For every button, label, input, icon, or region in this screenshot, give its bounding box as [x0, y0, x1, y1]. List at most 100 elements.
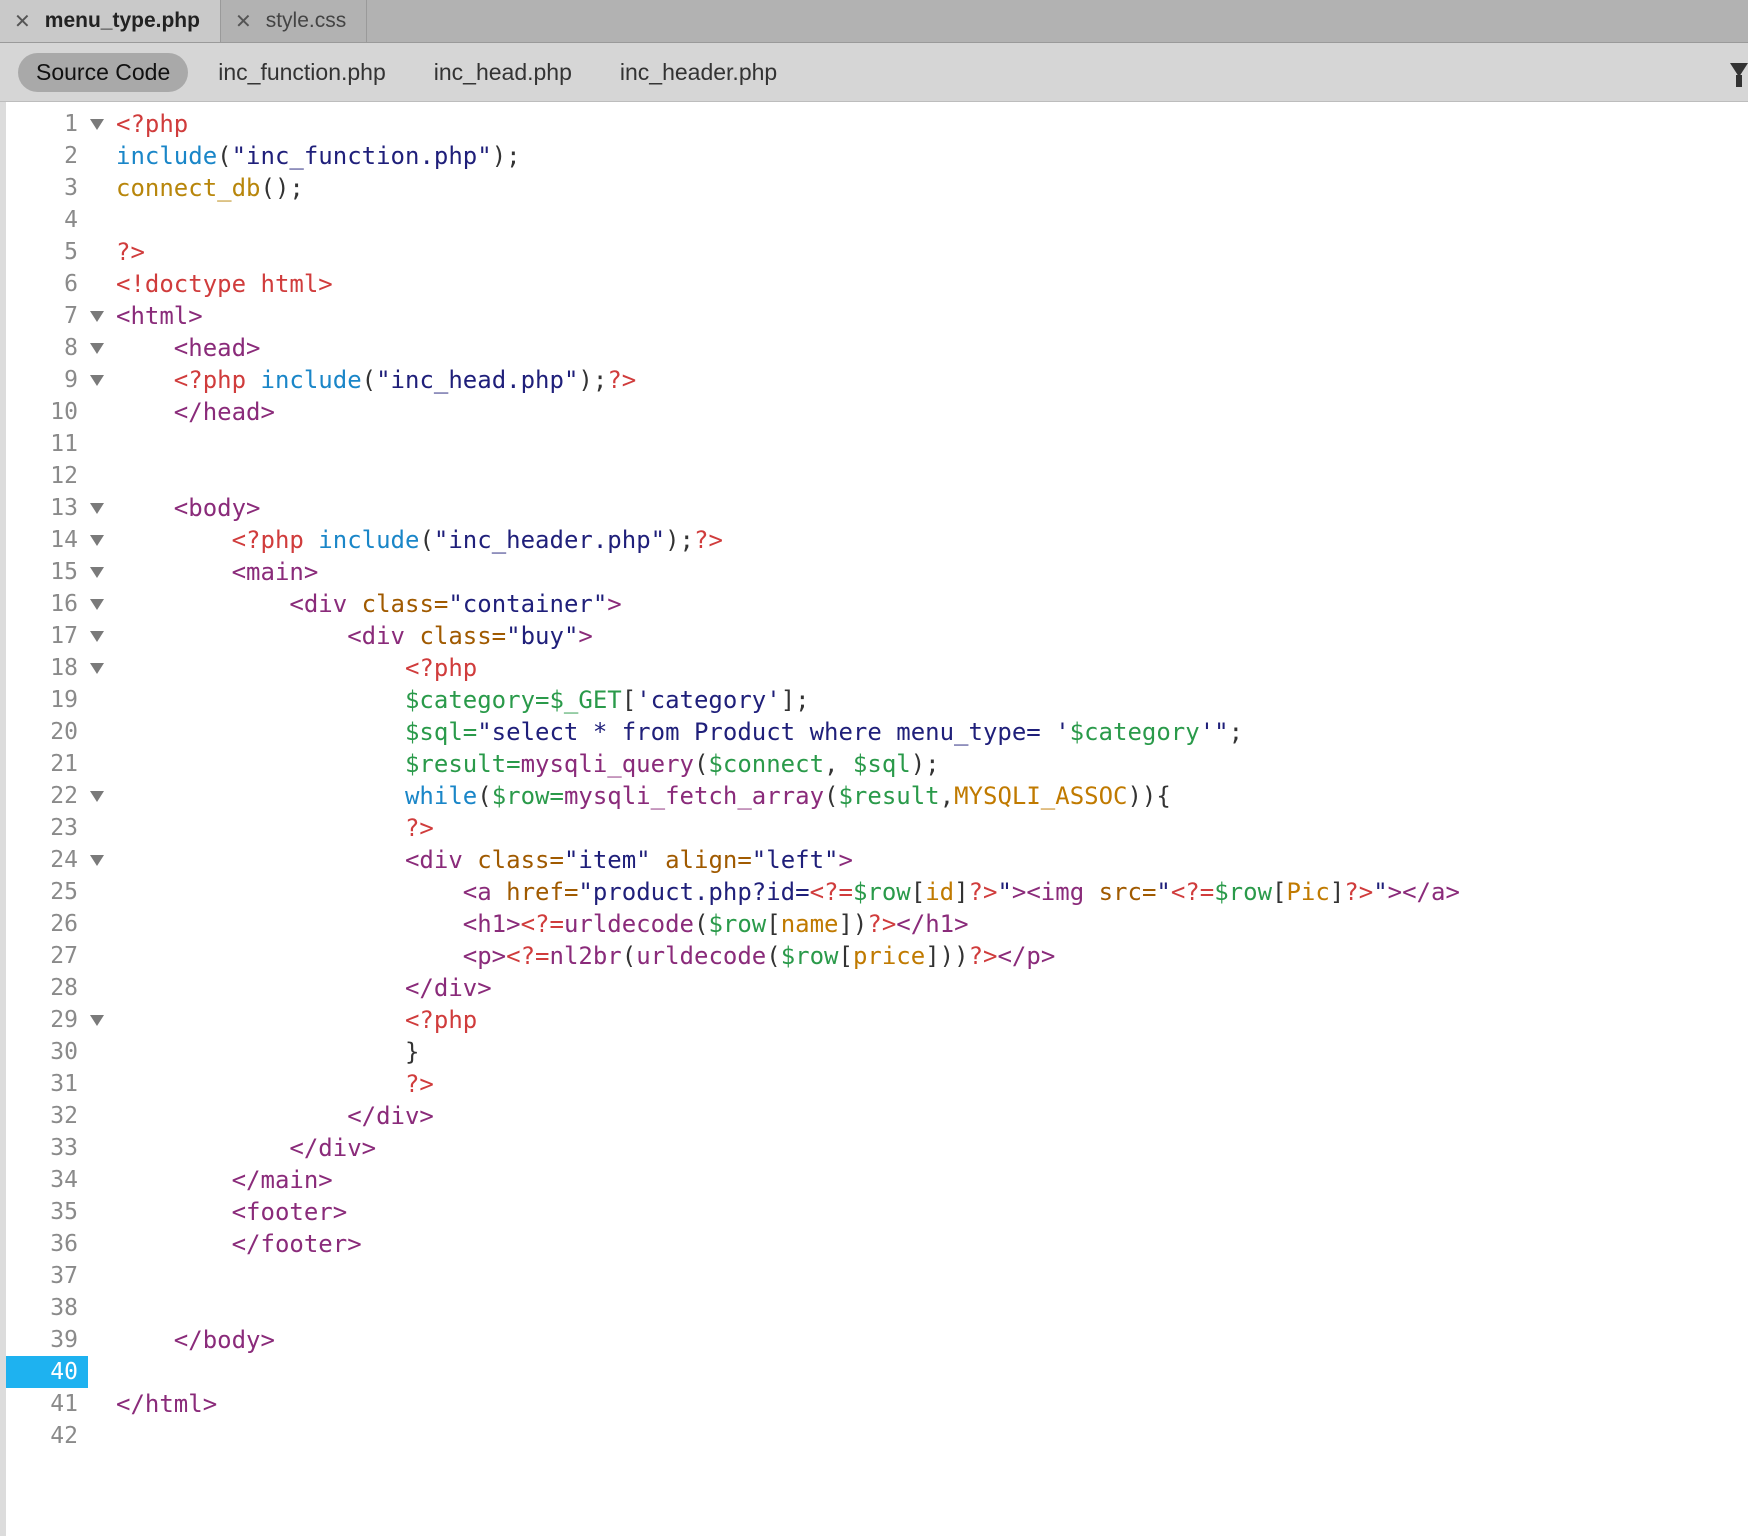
code-token: "container"	[448, 590, 608, 618]
fold-arrow-icon[interactable]	[90, 791, 104, 802]
code-token: (	[766, 942, 781, 970]
line-number: 5	[64, 239, 78, 265]
line-number: 24	[50, 847, 78, 873]
code-token: $result=	[404, 750, 521, 778]
fold-arrow-icon[interactable]	[90, 119, 104, 130]
code-token: name	[780, 910, 839, 938]
close-icon[interactable]: ✕	[14, 9, 31, 34]
code-token: ?>	[404, 1070, 434, 1098]
code-token: ]	[954, 878, 969, 906]
fold-arrow-icon[interactable]	[90, 855, 104, 866]
code-token: );	[491, 142, 521, 170]
fold-arrow-icon[interactable]	[90, 375, 104, 386]
fold-arrow-icon[interactable]	[90, 663, 104, 674]
code-token: [	[1272, 878, 1287, 906]
line-code: <h1><?=urldecode($row[name])?></h1>	[116, 908, 969, 940]
line-code: ?>	[116, 1068, 434, 1100]
line-number: 1	[64, 111, 78, 137]
code-token: $sql=	[404, 718, 478, 746]
line-number: 14	[50, 527, 78, 553]
line-number: 3	[64, 175, 78, 201]
line-number: 42	[50, 1423, 78, 1449]
code-token: (	[693, 910, 709, 938]
line-number: 37	[50, 1263, 78, 1289]
related-source-code[interactable]: Source Code	[18, 52, 189, 92]
line-code: ?>	[116, 236, 145, 268]
line-code: </head>	[116, 396, 275, 428]
code-token: while	[404, 782, 478, 810]
code-token: ))	[1127, 782, 1157, 810]
fold-arrow-icon[interactable]	[90, 535, 104, 546]
code-token: (	[621, 942, 637, 970]
related-inc-head[interactable]: inc_head.php	[416, 53, 590, 92]
line-number: 19	[50, 687, 78, 713]
close-icon[interactable]: ✕	[235, 9, 252, 34]
code-token: "	[997, 878, 1012, 906]
line-code: ?>	[116, 812, 434, 844]
code-token: $row	[1214, 878, 1273, 906]
code-token: ?>	[607, 366, 637, 394]
code-token: </p>	[997, 942, 1056, 970]
code-token: <?=	[520, 910, 564, 938]
filter-icon[interactable]	[1730, 63, 1748, 87]
code-editor[interactable]: 1 <?php 2 include("inc_function.php"); 3 conn…	[0, 102, 1748, 1536]
code-token: );	[578, 366, 608, 394]
fold-arrow-icon[interactable]	[90, 599, 104, 610]
tab-menu-type-php[interactable]: ✕ menu_type.php	[0, 0, 221, 42]
code-token: "item"	[563, 846, 666, 874]
code-token: ]	[1329, 878, 1345, 906]
code-token: href=	[506, 878, 579, 906]
code-token: (	[693, 750, 709, 778]
line-number: 10	[50, 399, 78, 425]
line-code: <div class="item" align="left">	[116, 844, 853, 876]
code-token: <h1>	[462, 910, 521, 938]
line-number: 23	[50, 815, 78, 841]
code-token: <?php	[404, 1006, 478, 1034]
code-token: (	[419, 526, 434, 554]
fold-arrow-icon[interactable]	[90, 311, 104, 322]
code-token: connect_db	[116, 174, 261, 202]
line-code: <?php	[116, 1004, 477, 1036]
line-number: 2	[64, 143, 78, 169]
fold-arrow-icon[interactable]	[90, 1015, 104, 1026]
related-inc-function[interactable]: inc_function.php	[200, 53, 404, 92]
code-token: $row	[708, 910, 767, 938]
related-inc-header[interactable]: inc_header.php	[602, 53, 795, 92]
line-number: 39	[50, 1327, 78, 1353]
code-token: >	[607, 590, 622, 618]
code-token: "inc_head.php"	[376, 366, 579, 394]
fold-arrow-icon[interactable]	[90, 631, 104, 642]
line-number: 40	[6, 1356, 88, 1388]
fold-arrow-icon[interactable]	[90, 503, 104, 514]
line-number: 7	[64, 303, 78, 329]
line-number: 22	[50, 783, 78, 809]
fold-arrow-icon[interactable]	[90, 567, 104, 578]
code-token: $row	[780, 942, 839, 970]
code-token: $connect	[708, 750, 825, 778]
code-token: (	[217, 142, 232, 170]
tab-style-css[interactable]: ✕ style.css	[221, 0, 368, 42]
code-token: </h1>	[896, 910, 969, 938]
code-token: >	[578, 622, 593, 650]
line-number: 29	[50, 1007, 78, 1033]
code-token: ></a>	[1387, 878, 1460, 906]
code-token: class=	[361, 590, 449, 618]
line-code: connect_db();	[116, 172, 304, 204]
code-token: );	[665, 526, 694, 554]
code-token: </footer>	[231, 1230, 362, 1258]
line-code: while($row=mysqli_fetch_array($result,MY…	[116, 780, 1171, 812]
fold-arrow-icon[interactable]	[90, 343, 104, 354]
code-token: ?>	[968, 878, 998, 906]
